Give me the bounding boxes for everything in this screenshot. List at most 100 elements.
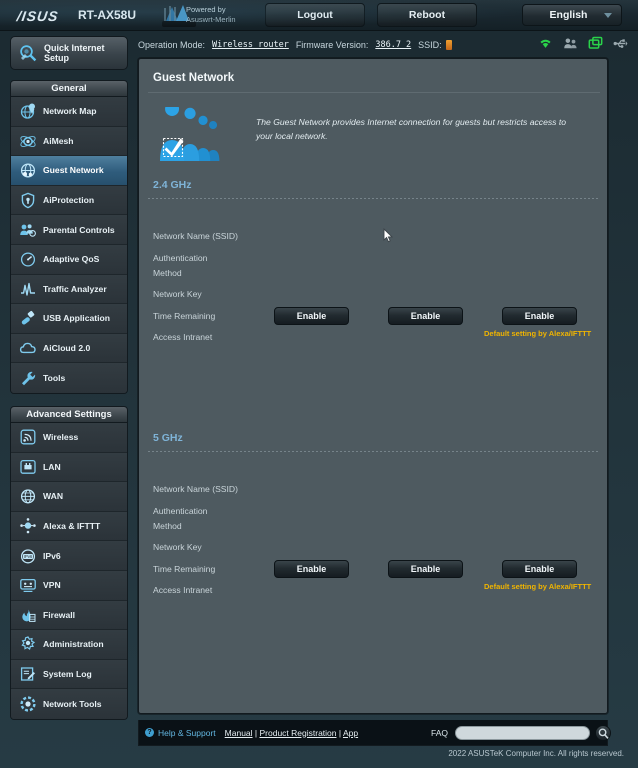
help-icon: ? bbox=[145, 728, 154, 737]
sidebar-item-tools[interactable]: Tools bbox=[11, 363, 127, 393]
wan-globe-icon bbox=[20, 489, 36, 504]
alexa-ifttt-icon bbox=[20, 518, 36, 534]
sidebar-item-label: Parental Controls bbox=[43, 224, 115, 235]
sidebar-item-aiprotection[interactable]: AiProtection bbox=[11, 185, 127, 216]
reboot-button[interactable]: Reboot bbox=[377, 3, 477, 27]
usb-status-icon[interactable] bbox=[613, 36, 628, 51]
band-divider bbox=[148, 450, 600, 452]
field-label-network-key: Network Key bbox=[153, 289, 202, 299]
guest-users-status-icon[interactable] bbox=[563, 36, 578, 51]
band-divider bbox=[148, 197, 600, 199]
guest-network-icon bbox=[20, 163, 36, 179]
sidebar-item-alexa-ifttt[interactable]: Alexa & IFTTT bbox=[11, 511, 127, 542]
hero-description: The Guest Network provides Internet conn… bbox=[256, 117, 566, 141]
sidebar-item-label: Network Map bbox=[43, 106, 97, 117]
sidebar-general-group: Network Map AiMesh Guest Network AiProtecti… bbox=[10, 97, 128, 394]
field-label-network-key: Network Key bbox=[153, 542, 202, 552]
mouse-cursor bbox=[383, 228, 394, 243]
powered-by-text: Powered by Asuswrt-Merlin bbox=[186, 5, 236, 25]
faq-search-input[interactable] bbox=[455, 725, 590, 740]
sidebar-item-ipv6[interactable]: IPv6 IPv6 bbox=[11, 541, 127, 571]
alexa-ifttt-default-note: Default setting by Alexa/IFTTT bbox=[484, 582, 592, 591]
sidebar-item-quick-internet-setup[interactable]: Quick Internet Setup bbox=[10, 36, 128, 70]
sidebar-item-label: Adaptive QoS bbox=[43, 254, 100, 265]
enable-guest-network-button-2[interactable]: Enable bbox=[388, 560, 463, 578]
field-label-column: Network Name (SSID) Authentication Method N… bbox=[148, 460, 600, 610]
sidebar-item-wireless[interactable]: Wireless bbox=[11, 422, 127, 453]
field-label-network-name-ssid: Network Name (SSID) bbox=[153, 231, 238, 241]
sidebar-item-label: System Log bbox=[43, 668, 92, 679]
system-log-icon bbox=[20, 667, 35, 681]
powered-by-line1: Powered by bbox=[186, 5, 226, 14]
display-status-icon[interactable] bbox=[588, 36, 603, 51]
sidebar-item-label: IPv6 bbox=[43, 550, 61, 561]
sidebar-item-lan[interactable]: LAN bbox=[11, 452, 127, 483]
traffic-analyzer-icon bbox=[21, 282, 35, 296]
sidebar-item-traffic-analyzer[interactable]: Traffic Analyzer bbox=[11, 274, 127, 305]
sidebar-item-system-log[interactable]: System Log bbox=[11, 659, 127, 690]
sidebar-item-usb-application[interactable]: USB Application bbox=[11, 304, 127, 334]
sidebar-item-aimesh[interactable]: AiMesh bbox=[11, 126, 127, 157]
sidebar-item-label: Administration bbox=[43, 639, 104, 650]
gauge-icon bbox=[20, 252, 36, 267]
hero-banner: The Guest Network provides Internet conn… bbox=[156, 107, 596, 163]
wifi-status-icon[interactable] bbox=[538, 36, 553, 51]
sidebar-item-aicloud-2-0[interactable]: AiCloud 2.0 bbox=[11, 333, 127, 364]
field-label-method: Method bbox=[153, 268, 182, 278]
page-title: Guest Network bbox=[153, 72, 235, 84]
sidebar-item-vpn[interactable]: VPN bbox=[11, 570, 127, 601]
band-title: 5 GHz bbox=[153, 432, 183, 444]
quick-setup-label: Quick Internet Setup bbox=[44, 42, 105, 64]
sidebar-item-adaptive-qos[interactable]: Adaptive QoS bbox=[11, 244, 127, 275]
shield-icon bbox=[21, 192, 35, 209]
sidebar-advanced-group: Wireless LAN WAN Alexa & IFTTT IPv6 IPv6 VPN Fi… bbox=[10, 422, 128, 720]
aimesh-icon bbox=[20, 135, 36, 147]
enable-guest-network-button-3[interactable]: Enable bbox=[502, 307, 577, 325]
operation-mode-value[interactable]: Wireless router bbox=[212, 40, 289, 50]
sidebar-item-label: Guest Network bbox=[43, 165, 104, 176]
language-selector[interactable]: English bbox=[522, 4, 622, 26]
product-registration-link[interactable]: Product Registration bbox=[259, 728, 336, 738]
router-model-name: RT-AX58U bbox=[78, 8, 137, 22]
firewall-icon bbox=[22, 607, 36, 622]
field-label-authentication: Authentication bbox=[153, 506, 208, 516]
logout-button[interactable]: Logout bbox=[265, 3, 365, 27]
sidebar-item-wan[interactable]: WAN bbox=[11, 482, 127, 512]
enable-guest-network-button-1[interactable]: Enable bbox=[274, 307, 349, 325]
cloud-icon bbox=[19, 342, 36, 354]
vpn-icon bbox=[20, 579, 36, 593]
sidebar-item-guest-network[interactable]: Guest Network bbox=[11, 156, 127, 186]
sidebar-item-network-tools[interactable]: Network Tools bbox=[11, 689, 127, 719]
sidebar-item-label: Network Tools bbox=[43, 699, 102, 710]
svg-text:IPv6: IPv6 bbox=[24, 554, 33, 559]
band-title: 2.4 GHz bbox=[153, 179, 192, 191]
enable-guest-network-button-2[interactable]: Enable bbox=[388, 307, 463, 325]
app-link[interactable]: App bbox=[343, 728, 358, 738]
usb-application-icon bbox=[21, 311, 35, 325]
network-map-icon bbox=[20, 103, 35, 119]
search-icon[interactable] bbox=[595, 724, 611, 741]
sidebar-item-administration[interactable]: Administration bbox=[11, 630, 127, 660]
wrench-icon bbox=[22, 371, 36, 386]
quick-setup-icon bbox=[20, 45, 37, 62]
field-label-method: Method bbox=[153, 521, 182, 531]
asus-logo: /ISUS bbox=[15, 8, 60, 24]
firmware-version-value[interactable]: 386.7_2 bbox=[375, 40, 411, 50]
sidebar-item-label: USB Application bbox=[43, 313, 110, 324]
top-header-bar: /ISUS RT-AX58U Powered by Asuswrt-Merlin… bbox=[0, 0, 638, 31]
enable-guest-network-button-3[interactable]: Enable bbox=[502, 560, 577, 578]
sidebar-item-parental-controls[interactable]: Parental Controls bbox=[11, 215, 127, 245]
sidebar-item-firewall[interactable]: Firewall bbox=[11, 600, 127, 631]
footer-bar: ? Help & Support Manual | Product Regist… bbox=[138, 720, 611, 746]
enable-guest-network-button-1[interactable]: Enable bbox=[274, 560, 349, 578]
sidebar-item-label: Alexa & IFTTT bbox=[43, 521, 101, 532]
sidebar-item-label: Firewall bbox=[43, 609, 75, 620]
band-section-2-4-ghz: 2.4 GHz Network Name (SSID) Authentication… bbox=[148, 179, 600, 357]
sidebar-item-network-map[interactable]: Network Map bbox=[11, 97, 127, 127]
ipv6-icon: IPv6 bbox=[20, 548, 36, 564]
field-label-network-name-ssid: Network Name (SSID) bbox=[153, 484, 238, 494]
wireless-icon bbox=[20, 429, 36, 445]
alexa-ifttt-default-note: Default setting by Alexa/IFTTT bbox=[484, 329, 592, 338]
guest-network-people-icon bbox=[160, 107, 220, 161]
manual-link[interactable]: Manual bbox=[225, 728, 253, 738]
